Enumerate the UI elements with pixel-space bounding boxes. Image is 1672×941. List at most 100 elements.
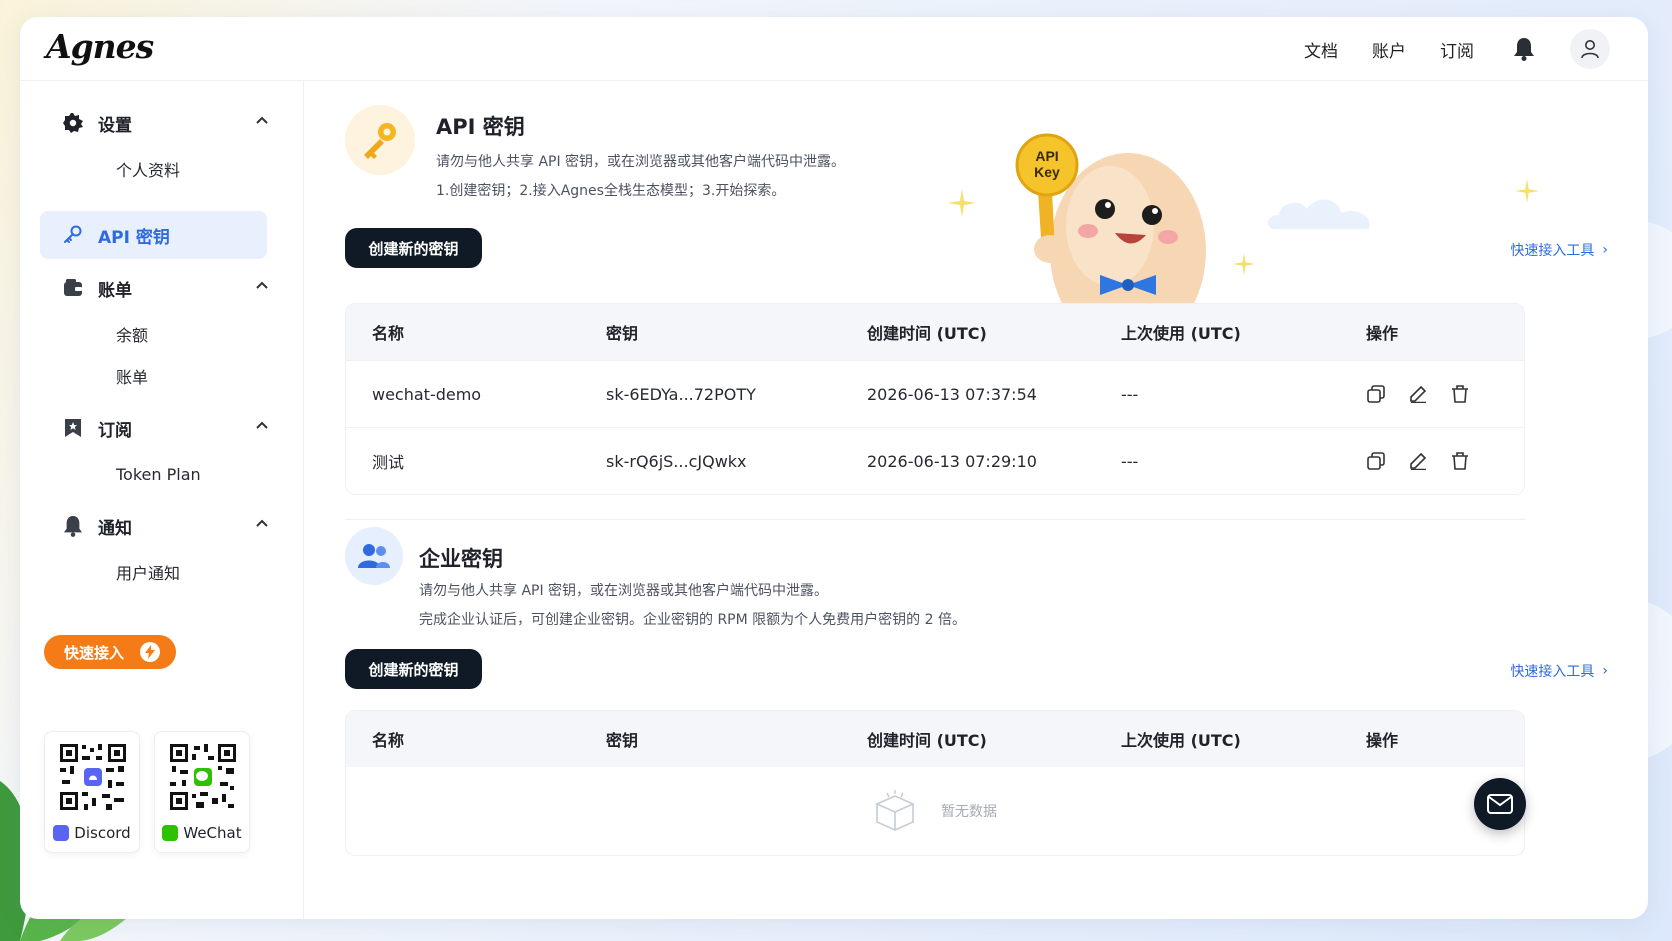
gear-icon — [62, 112, 84, 134]
sparkle-icon — [948, 189, 976, 217]
edit-icon[interactable] — [1408, 384, 1428, 404]
column-header-name: 名称 — [372, 731, 405, 750]
sidebar-group-notifications: 通知 用户通知 — [40, 501, 284, 593]
mascot-key-text-line1: API — [1035, 148, 1058, 164]
sidebar-group-settings: 设置 个人资料 — [40, 98, 284, 190]
sidebar-label-billing: 账单 — [98, 280, 132, 301]
trash-icon[interactable] — [1450, 451, 1470, 471]
create-enterprise-key-button[interactable]: 创建新的密钥 — [345, 649, 482, 689]
mail-icon — [1487, 794, 1513, 814]
enterprise-quick-tool-link[interactable]: 快速接入工具 › — [1510, 661, 1608, 681]
egg-mascot-illustration: API Key — [1015, 133, 1206, 303]
empty-state-text: 暂无数据 — [941, 804, 997, 820]
api-keys-table: 名称 密钥 创建时间 (UTC) 上次使用 (UTC) 操作 wechat-de… — [345, 303, 1525, 495]
quick-tool-link[interactable]: 快速接入工具 › — [1510, 240, 1608, 260]
qr-code-icon — [168, 742, 238, 812]
sidebar-item-settings[interactable]: 设置 — [40, 98, 284, 148]
enterprise-keys-info: 完成企业认证后，可创建企业密钥。企业密钥的 RPM 限额为个人免费用户密钥的 2… — [419, 612, 966, 628]
nav-subscription[interactable]: 订阅 — [1440, 37, 1474, 62]
column-header-created: 创建时间 (UTC) — [867, 324, 987, 343]
golden-key-icon — [345, 105, 415, 175]
column-header-created: 创建时间 (UTC) — [867, 731, 987, 750]
sidebar-group-subscription: 订阅 Token Plan — [40, 403, 284, 495]
edit-icon[interactable] — [1408, 451, 1428, 471]
quick-access-button[interactable]: 快速接入 — [44, 635, 176, 669]
lightning-icon — [140, 642, 160, 662]
chevron-up-icon[interactable] — [256, 519, 268, 527]
sidebar-label-notifications: 通知 — [98, 518, 132, 539]
chevron-up-icon[interactable] — [256, 421, 268, 429]
sidebar-item-user-notifications[interactable]: 用户通知 — [40, 551, 284, 593]
qr-code-icon — [58, 742, 128, 812]
top-bar: Agnes 文档 账户 订阅 — [20, 17, 1648, 81]
sidebar-item-bills[interactable]: 账单 — [40, 355, 284, 397]
bell-icon — [62, 515, 84, 537]
column-header-key: 密钥 — [606, 731, 639, 750]
sidebar-label-api-keys: API 密钥 — [98, 227, 170, 248]
sparkle-icon — [1515, 179, 1539, 203]
sidebar-item-token-plan[interactable]: Token Plan — [40, 453, 284, 495]
sidebar-item-billing[interactable]: 账单 — [40, 263, 284, 313]
enterprise-quick-tool-label: 快速接入工具 — [1510, 664, 1595, 680]
sidebar-group-billing: 账单 余额 账单 — [40, 263, 284, 397]
column-header-actions: 操作 — [1366, 731, 1399, 750]
sidebar-item-balance[interactable]: 余额 — [40, 313, 284, 355]
row-created: 2026-06-13 07:29:10 — [867, 451, 1037, 471]
section-divider — [345, 519, 1525, 520]
chevron-up-icon[interactable] — [256, 281, 268, 289]
user-avatar[interactable] — [1570, 29, 1610, 69]
empty-box-icon — [875, 790, 915, 831]
table-header: 名称 密钥 创建时间 (UTC) 上次使用 (UTC) 操作 — [346, 711, 1524, 767]
row-actions — [1366, 451, 1492, 471]
mascot-key-text-line2: Key — [1034, 164, 1060, 180]
column-header-key: 密钥 — [606, 324, 639, 343]
row-last-used: --- — [1121, 451, 1139, 471]
nav-account[interactable]: 账户 — [1372, 37, 1406, 62]
agnes-logo[interactable]: Agnes — [46, 27, 154, 66]
wechat-label-row: WeChat — [155, 824, 249, 842]
copy-icon[interactable] — [1366, 384, 1386, 404]
enterprise-keys-warning: 请勿与他人共享 API 密钥，或在浏览器或其他客户端代码中泄露。 — [419, 583, 829, 599]
discord-icon — [53, 825, 70, 841]
wechat-qr-card[interactable]: WeChat — [154, 731, 250, 853]
copy-icon[interactable] — [1366, 451, 1386, 471]
row-name: 测试 — [372, 453, 405, 472]
nav-docs[interactable]: 文档 — [1304, 37, 1338, 62]
api-keys-warning: 请勿与他人共享 API 密钥，或在浏览器或其他客户端代码中泄露。 — [436, 154, 846, 170]
sidebar-item-subscription[interactable]: 订阅 — [40, 403, 284, 453]
sidebar: 设置 个人资料 API 密钥 账单 余额 账单 订阅 Token Plan 通知… — [20, 81, 304, 919]
sidebar-item-profile[interactable]: 个人资料 — [40, 148, 284, 190]
column-header-last-used: 上次使用 (UTC) — [1121, 324, 1241, 343]
chevron-up-icon[interactable] — [256, 116, 268, 124]
chevron-right-icon: › — [1602, 663, 1608, 679]
table-header: 名称 密钥 创建时间 (UTC) 上次使用 (UTC) 操作 — [346, 304, 1524, 360]
wechat-label: WeChat — [183, 824, 242, 842]
discord-label-row: Discord — [45, 824, 139, 842]
wechat-icon — [162, 825, 179, 841]
user-icon — [1581, 40, 1599, 59]
trash-icon[interactable] — [1450, 384, 1470, 404]
main-content: API 密钥 请勿与他人共享 API 密钥，或在浏览器或其他客户端代码中泄露。 … — [305, 81, 1648, 919]
quick-tool-label: 快速接入工具 — [1510, 243, 1595, 259]
column-header-name: 名称 — [372, 324, 405, 343]
sparkle-icon — [1233, 253, 1255, 275]
sidebar-item-notifications[interactable]: 通知 — [40, 501, 284, 551]
enterprise-keys-table: 名称 密钥 创建时间 (UTC) 上次使用 (UTC) 操作 暂无数据 — [345, 710, 1525, 856]
sidebar-label-subscription: 订阅 — [98, 420, 132, 441]
table-row: 测试 sk-rQ6jS...cJQwkx 2026-06-13 07:29:10… — [346, 427, 1524, 494]
row-name: wechat-demo — [372, 384, 482, 404]
discord-qr-card[interactable]: Discord — [44, 731, 140, 853]
chevron-right-icon: › — [1602, 242, 1608, 258]
api-keys-steps: 1.创建密钥；2.接入Agnes全栈生态模型；3.开始探索。 — [436, 183, 786, 199]
row-created: 2026-06-13 07:37:54 — [867, 384, 1037, 404]
mail-button[interactable] — [1474, 778, 1526, 830]
create-api-key-button[interactable]: 创建新的密钥 — [345, 228, 482, 268]
bell-icon[interactable] — [1512, 36, 1536, 62]
row-key: sk-rQ6jS...cJQwkx — [606, 451, 747, 471]
quick-access-label: 快速接入 — [64, 643, 125, 662]
table-row: wechat-demo sk-6EDYa...72POTY 2026-06-13… — [346, 360, 1524, 427]
wallet-icon — [62, 277, 84, 299]
column-header-actions: 操作 — [1366, 324, 1399, 343]
row-key: sk-6EDYa...72POTY — [606, 384, 756, 404]
sidebar-item-api-keys[interactable]: API 密钥 — [40, 211, 267, 259]
